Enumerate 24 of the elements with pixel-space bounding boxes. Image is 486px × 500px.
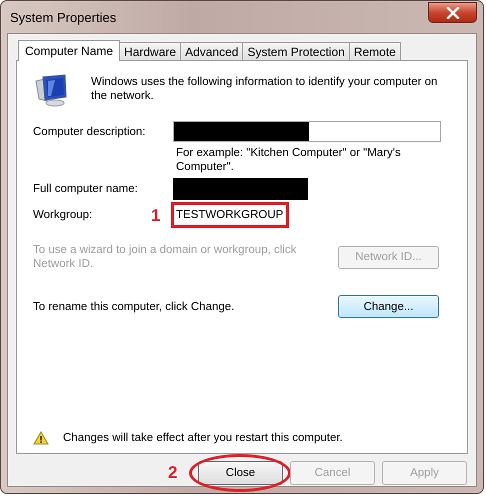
tab[interactable]: System Protection [242, 42, 350, 60]
tab[interactable]: Remote [348, 42, 401, 60]
action-button[interactable]: Change... [338, 295, 439, 318]
annotation-number: 1 [151, 206, 160, 226]
workgroup-value: TESTWORKGROUP [176, 209, 284, 221]
tab[interactable]: Advanced [180, 42, 244, 60]
close-button[interactable] [428, 2, 477, 23]
annotation-number: 2 [168, 463, 178, 483]
computer-icon [33, 73, 69, 107]
field-label: Full computer name: [33, 183, 138, 195]
instruction-text: To rename this computer, click Change. [33, 300, 236, 314]
tab[interactable]: Computer Name [18, 40, 120, 61]
instruction-text: To use a wizard to join a domain or workgroup, click Network ID. [33, 243, 298, 271]
field-label: Computer description: [33, 126, 146, 138]
dialog-button[interactable]: Close [198, 461, 283, 485]
window-title: System Properties [10, 10, 116, 25]
description-field[interactable] [173, 121, 441, 142]
hint-text: For example: "Kitchen Computer" or "Mary's Computer". [176, 146, 402, 174]
field-label: Workgroup: [33, 209, 92, 221]
intro-text: Windows uses the following information to identify your computer on the network. [91, 75, 438, 103]
warning-icon [33, 431, 49, 445]
notice-text: Changes will take effect after you restart this computer. [63, 432, 343, 444]
tab[interactable]: Hardware [119, 42, 182, 60]
close-icon [446, 6, 460, 18]
